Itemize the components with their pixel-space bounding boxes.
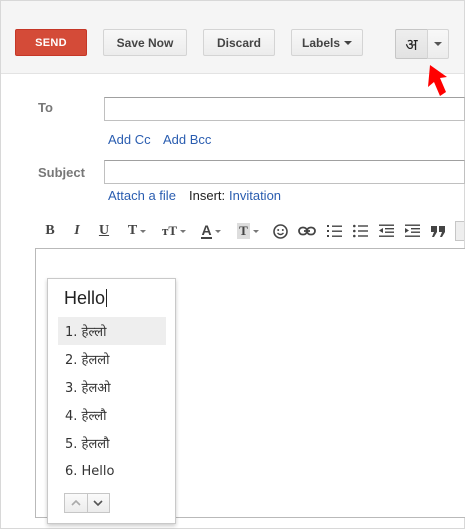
annotation-arrow-icon [428, 65, 447, 96]
chevron-down-icon [214, 229, 221, 233]
save-now-button[interactable]: Save Now [103, 29, 187, 56]
bold-icon[interactable]: B [40, 218, 60, 244]
labels-button[interactable]: Labels [291, 29, 363, 56]
to-label: To [38, 100, 53, 115]
more-formatting-button[interactable] [454, 218, 465, 244]
add-bcc-link[interactable]: Add Bcc [163, 132, 211, 147]
insert-label: Insert: [189, 188, 226, 203]
suggestion-item[interactable]: 2. हेललो [58, 345, 166, 373]
font-icon: T [127, 223, 138, 238]
indent-more-icon[interactable] [402, 218, 422, 244]
transliteration-suggestions-popup: Hello 1. हेल्लो 2. हेललो 3. हेलओ 4. हेल्… [47, 278, 176, 524]
input-tools-control: अ [395, 29, 449, 59]
chevron-up-icon[interactable] [65, 494, 87, 512]
numbered-list-icon[interactable] [324, 218, 344, 244]
add-cc-link[interactable]: Add Cc [108, 132, 151, 147]
suggestion-pager [64, 493, 110, 513]
font-menu-button[interactable]: T [122, 218, 152, 244]
font-size-menu-button[interactable]: тT [158, 218, 190, 244]
suggestion-item[interactable]: 6. Hello [58, 457, 166, 485]
underline-icon[interactable]: U [94, 218, 114, 244]
suggestion-item[interactable]: 4. हेल्लौ [58, 401, 166, 429]
font-size-icon: тT [161, 223, 178, 238]
quote-icon[interactable] [428, 218, 448, 244]
input-tool-toggle-button[interactable]: अ [395, 29, 428, 59]
labels-button-label: Labels [301, 35, 340, 50]
link-icon[interactable] [296, 218, 318, 244]
typed-text-value: Hello [64, 288, 106, 308]
attach-file-link[interactable]: Attach a file [108, 188, 176, 203]
suggestion-item[interactable]: 1. हेल्लो [58, 317, 166, 345]
emoji-icon[interactable] [270, 218, 290, 244]
highlight-icon: T [237, 223, 250, 239]
subject-label: Subject [38, 165, 85, 180]
discard-button[interactable]: Discard [203, 29, 275, 56]
bulleted-list-icon[interactable] [350, 218, 370, 244]
typed-text: Hello [64, 288, 108, 309]
text-color-icon: A [201, 222, 212, 239]
chevron-down-icon [140, 229, 147, 233]
formatting-toolbar: B I U T тT A T [40, 218, 465, 244]
insert-invitation-link[interactable]: Invitation [229, 188, 281, 203]
chevron-down-icon [344, 40, 352, 45]
chevron-down-icon [180, 229, 187, 233]
subject-field[interactable] [104, 160, 465, 184]
send-button[interactable]: SEND [15, 29, 87, 56]
input-tool-menu-button[interactable] [427, 29, 449, 59]
to-field[interactable] [104, 97, 465, 121]
chevron-down-icon [252, 229, 259, 233]
italic-icon[interactable]: I [67, 218, 87, 244]
chevron-down-icon [434, 42, 442, 46]
chevron-down-icon[interactable] [86, 494, 110, 512]
suggestion-item[interactable]: 5. हेललौ [58, 429, 166, 457]
text-color-menu-button[interactable]: A [196, 218, 226, 244]
suggestion-item[interactable]: 3. हेलओ [58, 373, 166, 401]
indent-less-icon[interactable] [376, 218, 396, 244]
text-cursor [106, 289, 108, 307]
highlight-menu-button[interactable]: T [232, 218, 264, 244]
